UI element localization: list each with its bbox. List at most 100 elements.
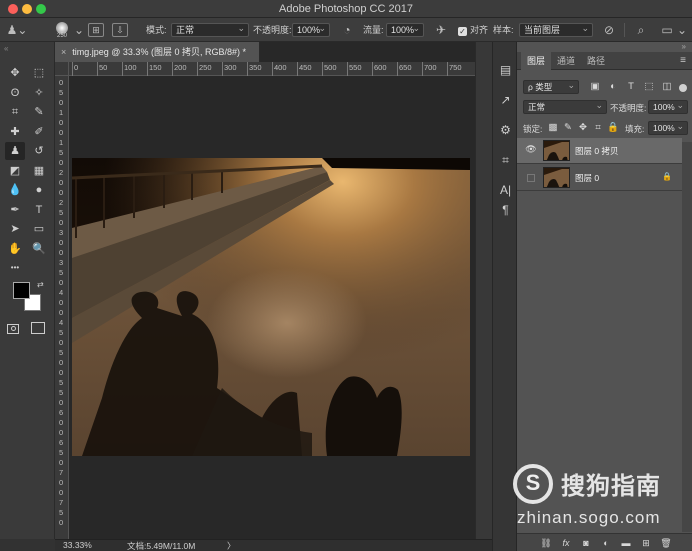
filter-toggle[interactable]	[679, 84, 687, 92]
toggle-brush-panel-button[interactable]: ⊞	[88, 23, 104, 37]
ignore-adjustment-layers-icon[interactable]: ⊘	[602, 22, 616, 38]
lock-all-icon[interactable]: 🔒	[607, 121, 619, 135]
dodge-tool[interactable]: ●	[29, 181, 49, 199]
tool-preset-picker[interactable]: ♟⌄	[6, 22, 28, 38]
ruler-origin[interactable]	[55, 62, 69, 76]
airbrush-icon[interactable]: ✈	[434, 22, 448, 38]
toggle-clone-source-button[interactable]: ⇩	[112, 23, 128, 37]
adjustment-filter-icon[interactable]: ◐	[607, 80, 619, 94]
collapse-panel-icon[interactable]: »	[682, 42, 686, 51]
ruler-label: 5	[59, 268, 64, 277]
document-tab[interactable]: × timg.jpeg @ 33.3% (图层 0 拷贝, RGB/8#) *	[55, 42, 260, 62]
chevron-down-icon[interactable]: ⌄	[677, 22, 687, 38]
horizontal-ruler[interactable]: 0 50 100 150 200 250 300 350 400 450 500 550 600 650 7…	[69, 62, 475, 76]
shape-tool[interactable]: ▭	[29, 220, 49, 238]
ruler-label: 0	[59, 358, 64, 367]
ruler-tick	[272, 62, 273, 76]
tool-presets-icon[interactable]: ⚙	[497, 122, 514, 139]
opacity-field[interactable]: 100%	[292, 22, 330, 37]
canvas[interactable]	[69, 76, 475, 539]
panel-menu-icon[interactable]: ≡	[680, 52, 686, 70]
mode-value: 正常	[176, 25, 195, 35]
lasso-tool[interactable]: ʘ	[5, 84, 25, 102]
mode-dropdown[interactable]: 正常	[171, 22, 249, 37]
move-tool[interactable]: ✥	[5, 64, 25, 82]
type-filter-icon[interactable]: T	[625, 80, 637, 94]
layer-list-scrollbar[interactable]	[682, 142, 692, 532]
document-image[interactable]	[72, 158, 470, 456]
history-panel-icon[interactable]: ▤	[497, 62, 514, 79]
fill-field[interactable]: 100%	[648, 120, 688, 135]
collapse-icon[interactable]: «	[4, 44, 8, 53]
smart-object-filter-icon[interactable]: ◫	[661, 80, 673, 94]
link-icon[interactable]: ⛓	[539, 536, 553, 550]
layer-opacity-field[interactable]: 100%	[648, 99, 688, 114]
brush-preset-picker[interactable]: 250	[52, 22, 72, 39]
eyedropper-tool[interactable]: ✎	[29, 103, 49, 121]
mask-icon[interactable]: ◙	[579, 536, 593, 550]
healing-brush-tool[interactable]: ✚	[5, 123, 25, 141]
lock-artboard-icon[interactable]: ⌗	[592, 121, 604, 135]
layer-row[interactable]: 👁 图层 0 拷贝	[517, 138, 682, 164]
filter-type-dropdown[interactable]: ρ 类型	[523, 79, 579, 94]
type-tool[interactable]: T	[29, 201, 49, 219]
group-icon[interactable]: ▬	[619, 536, 633, 550]
foreground-color-swatch[interactable]	[13, 282, 30, 299]
eye-icon[interactable]: 👁	[525, 144, 537, 156]
search-icon[interactable]: ⌕	[634, 22, 648, 38]
blend-mode-dropdown[interactable]: 正常	[523, 99, 607, 114]
gradient-tool[interactable]: ▦	[29, 162, 49, 180]
shape-filter-icon[interactable]: ⬚	[643, 80, 655, 94]
marquee-tool[interactable]: ⬚	[29, 64, 49, 82]
vertical-ruler[interactable]: 0501001502002503003504004505005506006507…	[55, 76, 69, 539]
lock-transparent-icon[interactable]: ▩	[547, 121, 559, 135]
path-selection-tool[interactable]: ➤	[5, 220, 25, 238]
pen-tool[interactable]: ✒	[5, 201, 25, 219]
chevron-down-icon[interactable]: ⌄	[74, 22, 84, 38]
adjustment-icon[interactable]: ◐	[599, 536, 613, 550]
character-panel-icon[interactable]: A|	[497, 182, 514, 199]
quick-mask-icon[interactable]	[7, 324, 19, 334]
blur-tool[interactable]: 💧	[5, 181, 25, 199]
trash-icon[interactable]: 🗑	[659, 536, 673, 550]
tab-paths[interactable]: 路径	[581, 52, 611, 70]
status-menu-arrow[interactable]: 〉	[227, 540, 236, 551]
layer-row[interactable]: 图层 0 🔒	[517, 165, 682, 191]
tab-channels[interactable]: 通道	[551, 52, 581, 70]
crop-tool[interactable]: ⌗	[5, 103, 25, 121]
swap-colors-icon[interactable]: ⇄	[37, 280, 44, 289]
workspace-switcher-icon[interactable]: ▭	[660, 22, 674, 38]
lock-position-icon[interactable]: ✥	[577, 121, 589, 135]
ruler-label: 2	[59, 198, 64, 207]
hand-tool[interactable]: ✋	[5, 240, 25, 258]
history-brush-tool[interactable]: ↺	[29, 142, 49, 160]
check-icon: ✓	[458, 27, 467, 36]
flow-field[interactable]: 100%	[386, 22, 424, 37]
tab-layers[interactable]: 图层	[521, 52, 552, 70]
pixel-filter-icon[interactable]: ▣	[589, 80, 601, 94]
paragraph-panel-icon[interactable]: ¶	[497, 202, 514, 219]
screen-mode-icon[interactable]	[31, 322, 45, 334]
more-tools[interactable]: •••	[5, 259, 25, 277]
eraser-tool[interactable]: ◩	[5, 162, 25, 180]
layer-name: 图层 0 拷贝	[575, 146, 619, 156]
sample-dropdown[interactable]: 当前图层	[519, 22, 593, 37]
crop-icon[interactable]: ⌗	[497, 152, 514, 169]
opacity-label: 不透明度:	[610, 103, 647, 113]
brush-settings-icon[interactable]: ↗	[497, 92, 514, 109]
brush-tool[interactable]: ✐	[29, 123, 49, 141]
pressure-opacity-icon[interactable]: ◔	[340, 22, 354, 38]
document-window: × timg.jpeg @ 33.3% (图层 0 拷贝, RGB/8#) * 0…	[55, 42, 475, 539]
visibility-toggle[interactable]	[527, 174, 535, 182]
magic-wand-tool[interactable]: ✧	[29, 84, 49, 102]
lock-image-icon[interactable]: ✎	[562, 121, 574, 135]
fx-icon[interactable]: fx	[559, 536, 573, 550]
zoom-tool[interactable]: 🔍	[29, 240, 49, 258]
new-layer-icon[interactable]: ⊞	[639, 536, 653, 550]
ruler-label: 0	[59, 418, 64, 427]
close-icon[interactable]: ×	[61, 47, 66, 57]
lock-row: 锁定: ▩ ✎ ✥ ⌗ 🔒 填充: 100%	[517, 118, 692, 138]
zoom-level[interactable]: 33.33%	[63, 540, 92, 550]
aligned-checkbox[interactable]: ✓ 对齐	[458, 22, 488, 38]
clone-stamp-tool[interactable]: ♟	[5, 142, 25, 160]
